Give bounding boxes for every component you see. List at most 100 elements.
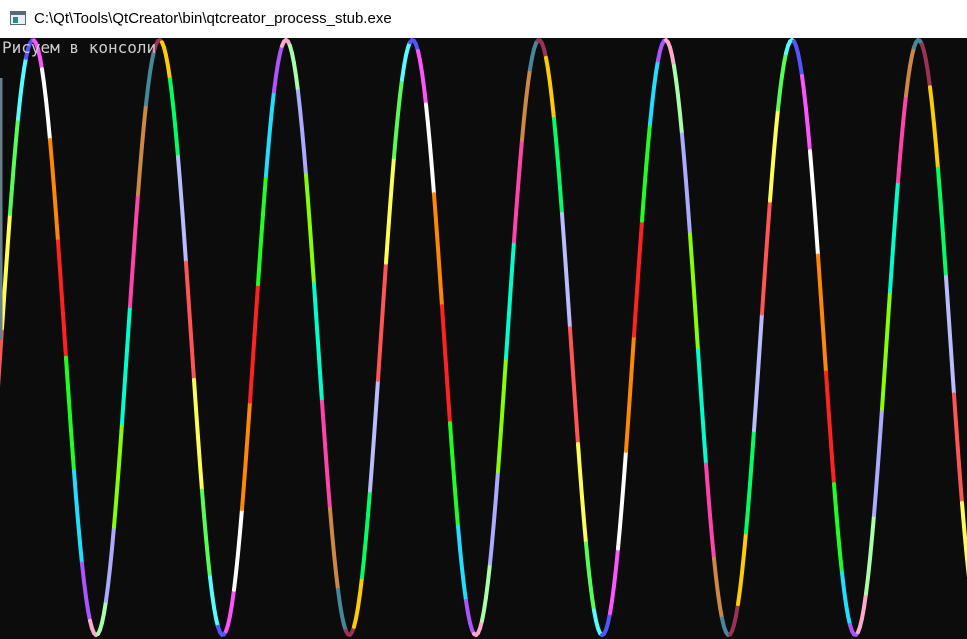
wave-segment bbox=[450, 448, 456, 480]
wave-segment bbox=[248, 370, 254, 404]
wave-segment bbox=[500, 385, 506, 418]
wave-segment bbox=[836, 530, 842, 556]
wave-segment bbox=[210, 591, 216, 610]
wave-segment bbox=[684, 179, 690, 210]
wave-segment bbox=[822, 341, 828, 375]
wave-segment bbox=[330, 530, 336, 556]
wave-segment bbox=[362, 535, 368, 561]
wave-segment bbox=[578, 469, 584, 499]
wave-segment bbox=[144, 85, 150, 107]
wave-segment bbox=[386, 205, 392, 237]
wave-segment bbox=[252, 311, 258, 346]
wave-segment bbox=[4, 239, 10, 272]
wave-segment bbox=[554, 137, 560, 165]
wave-segment bbox=[586, 561, 592, 584]
wave-segment bbox=[426, 121, 432, 148]
wave-segment bbox=[66, 385, 72, 418]
wave-segment bbox=[526, 67, 532, 86]
wave-segment bbox=[134, 192, 140, 223]
wave-segment bbox=[170, 93, 176, 116]
console-area[interactable]: Рисуем в консоли bbox=[0, 38, 967, 639]
wave-segment bbox=[320, 399, 326, 433]
wave-segment bbox=[884, 318, 890, 353]
wave-segment bbox=[524, 81, 530, 102]
wave-segment bbox=[944, 274, 950, 309]
wave-segment bbox=[574, 413, 580, 447]
wave-segment bbox=[264, 149, 270, 178]
wave-segment bbox=[232, 570, 238, 592]
wave-segment bbox=[258, 225, 264, 258]
wave-segment bbox=[272, 73, 278, 94]
wave-segment bbox=[928, 85, 934, 107]
wave-segment bbox=[446, 392, 452, 426]
wave-segment bbox=[892, 205, 898, 237]
wave-segment bbox=[64, 355, 70, 390]
wave-segment bbox=[246, 399, 252, 433]
wave-segment bbox=[42, 81, 48, 102]
wave-segment bbox=[456, 524, 462, 551]
wave-segment bbox=[618, 500, 624, 529]
wave-segment bbox=[740, 551, 746, 575]
wave-segment bbox=[628, 363, 634, 397]
wave-segment bbox=[652, 70, 658, 90]
wave-segment bbox=[488, 541, 494, 566]
wave-segment bbox=[300, 127, 306, 154]
wave-segment bbox=[322, 428, 328, 460]
wave-segment bbox=[952, 392, 958, 426]
wave-segment bbox=[452, 475, 458, 505]
wave-segment bbox=[940, 218, 946, 251]
wave-segment bbox=[108, 546, 114, 571]
wave-segment bbox=[640, 192, 646, 223]
wave-segment bbox=[570, 355, 576, 390]
wave-segment bbox=[642, 166, 648, 197]
wave-segment bbox=[124, 333, 130, 368]
wave-segment bbox=[818, 282, 824, 316]
wave-segment bbox=[736, 587, 742, 607]
wave-segment bbox=[804, 107, 810, 132]
wave-segment bbox=[774, 107, 780, 132]
title-bar[interactable]: C:\Qt\Tools\QtCreator\bin\qtcreator_proc… bbox=[0, 0, 967, 38]
wave-segment bbox=[616, 524, 622, 551]
wave-segment bbox=[762, 253, 768, 287]
wave-segment bbox=[712, 556, 718, 580]
wave-segment bbox=[234, 551, 240, 575]
wave-segment bbox=[772, 127, 778, 154]
wave-segment bbox=[202, 513, 208, 540]
wave-segment bbox=[302, 149, 308, 178]
wave-segment bbox=[646, 121, 652, 148]
wave-segment bbox=[550, 97, 556, 121]
wave-segment bbox=[194, 406, 200, 440]
wave-segment bbox=[200, 488, 206, 518]
wave-segment bbox=[422, 85, 428, 107]
wave-segment bbox=[376, 348, 382, 382]
wave-segment bbox=[298, 107, 304, 132]
wave-segment bbox=[520, 116, 526, 142]
wave-segment bbox=[196, 435, 202, 467]
wave-segment bbox=[766, 198, 772, 230]
wave-segment bbox=[946, 304, 952, 338]
wave-segment bbox=[384, 232, 390, 265]
wave-segment bbox=[506, 296, 512, 331]
wave-segment bbox=[8, 185, 14, 216]
wave-segment bbox=[890, 232, 896, 265]
wave-segment bbox=[778, 73, 784, 94]
wave-segment bbox=[180, 205, 186, 237]
wave-segment bbox=[190, 348, 196, 382]
wave-segment bbox=[806, 127, 812, 154]
wave-segment bbox=[254, 282, 260, 316]
wave-segment bbox=[512, 211, 518, 244]
wave-segment bbox=[864, 575, 870, 596]
wave-segment bbox=[696, 348, 702, 382]
wave-segment bbox=[336, 587, 342, 607]
wave-segment bbox=[448, 421, 454, 453]
wave-segment bbox=[776, 89, 782, 112]
wave-segment bbox=[360, 556, 366, 580]
wave-segment bbox=[564, 267, 570, 301]
wave-segment bbox=[268, 107, 274, 132]
wave-segment bbox=[552, 116, 558, 142]
wave-segment bbox=[634, 274, 640, 309]
wave-segment bbox=[874, 462, 880, 493]
wave-segment bbox=[20, 67, 26, 86]
wave-segment bbox=[680, 132, 686, 160]
wave-segment bbox=[558, 185, 564, 216]
